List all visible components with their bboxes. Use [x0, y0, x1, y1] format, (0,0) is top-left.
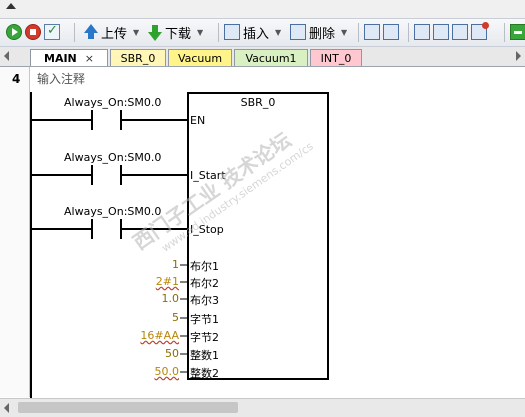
operand-bool2[interactable]: 2#1 — [139, 275, 179, 288]
contact-rung-2[interactable] — [31, 165, 188, 185]
pin-int1: 整数1 — [190, 349, 219, 362]
pin-bool3: 布尔3 — [190, 294, 219, 307]
pin-byte2: 字节2 — [190, 331, 219, 344]
scrollbar-thumb[interactable] — [18, 402, 238, 413]
pin-bool1: 布尔1 — [190, 260, 219, 273]
contact-label: Always_On:SM0.0 — [64, 151, 162, 164]
operand-int1[interactable]: 50 — [139, 347, 179, 360]
operand-int2[interactable]: 50.0 — [139, 365, 180, 378]
scroll-left-icon[interactable] — [4, 403, 9, 413]
operand-byte2[interactable]: 16#AA — [139, 329, 179, 342]
operand-bool3[interactable]: 1.0 — [139, 292, 180, 305]
contact-rung-1[interactable] — [31, 110, 188, 130]
contact-label: Always_On:SM0.0 — [64, 96, 162, 109]
pin-byte1: 字节1 — [190, 313, 219, 326]
pin-bool2: 布尔2 — [190, 277, 219, 290]
pin-en: EN — [190, 114, 206, 127]
box-title: SBR_0 — [240, 96, 276, 109]
operand-byte1[interactable]: 5 — [139, 311, 179, 324]
pin-int2: 整数2 — [190, 367, 219, 380]
parameter-stubs — [180, 264, 188, 373]
horizontal-scrollbar[interactable] — [0, 398, 525, 417]
